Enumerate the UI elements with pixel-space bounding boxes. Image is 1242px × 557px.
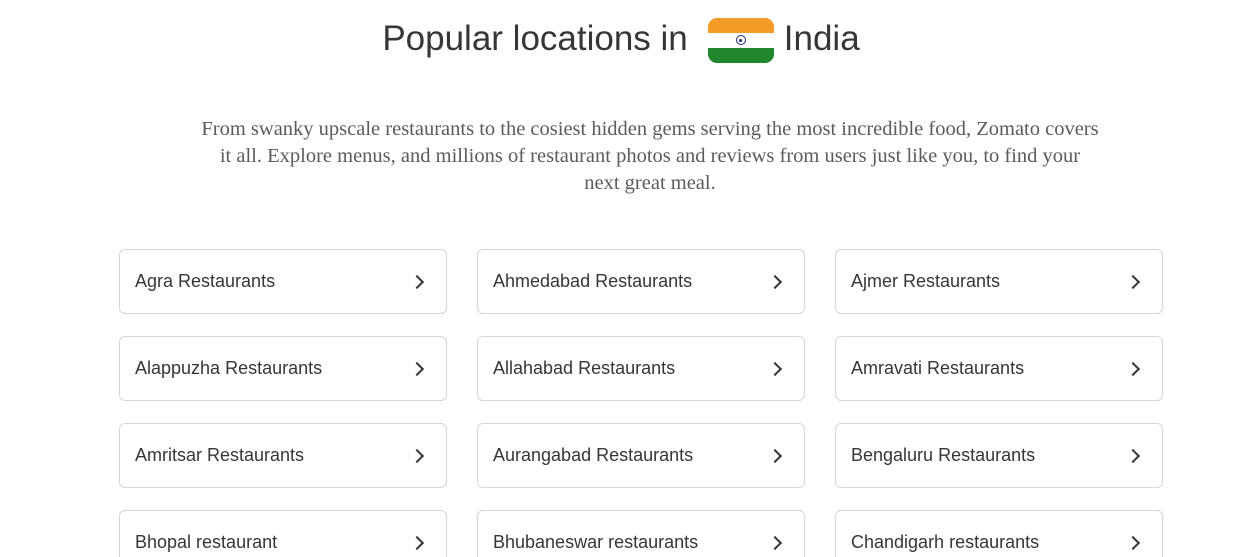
location-label: Amravati Restaurants (851, 358, 1025, 378)
chevron-right-icon (767, 535, 783, 550)
section-heading: Popular locations in India (0, 12, 1242, 66)
location-label: Aurangabad Restaurants (493, 445, 694, 465)
chevron-right-icon (409, 535, 425, 550)
chevron-right-icon (409, 361, 425, 376)
location-card-ajmer[interactable]: Ajmer Restaurants (835, 249, 1163, 314)
location-card-alappuzha[interactable]: Alappuzha Restaurants (119, 336, 447, 401)
chevron-right-icon (1125, 361, 1141, 376)
location-label: Bengaluru Restaurants (851, 445, 1036, 465)
chevron-right-icon (1125, 535, 1141, 550)
india-flag-icon (707, 17, 774, 63)
location-label: Agra Restaurants (135, 271, 276, 291)
heading-country: India (783, 19, 860, 58)
chevron-right-icon (767, 274, 783, 289)
location-label: Bhubaneswar restaurants (493, 532, 699, 552)
location-card-bhopal[interactable]: Bhopal restaurant (119, 510, 447, 557)
location-label: Alappuzha Restaurants (135, 358, 323, 378)
chevron-right-icon (1125, 274, 1141, 289)
location-card-bhubaneswar[interactable]: Bhubaneswar restaurants (477, 510, 805, 557)
location-card-aurangabad[interactable]: Aurangabad Restaurants (477, 423, 805, 488)
location-label: Allahabad Restaurants (493, 358, 676, 378)
location-card-agra[interactable]: Agra Restaurants (119, 249, 447, 314)
location-label: Chandigarh restaurants (851, 532, 1040, 552)
location-card-chandigarh[interactable]: Chandigarh restaurants (835, 510, 1163, 557)
heading-prefix: Popular locations in (382, 19, 688, 58)
locations-grid: Agra Restaurants Ahmedabad Restaurants A… (119, 249, 1163, 557)
location-card-allahabad[interactable]: Allahabad Restaurants (477, 336, 805, 401)
location-label: Amritsar Restaurants (135, 445, 305, 465)
popular-locations-section: Popular locations in India From swanky u… (0, 0, 1242, 557)
chevron-right-icon (767, 448, 783, 463)
location-card-amravati[interactable]: Amravati Restaurants (835, 336, 1163, 401)
location-card-amritsar[interactable]: Amritsar Restaurants (119, 423, 447, 488)
chevron-right-icon (767, 361, 783, 376)
location-label: Bhopal restaurant (135, 532, 278, 552)
location-label: Ajmer Restaurants (851, 271, 1001, 291)
chevron-right-icon (409, 274, 425, 289)
location-label: Ahmedabad Restaurants (493, 271, 693, 291)
chevron-right-icon (1125, 448, 1141, 463)
location-card-bengaluru[interactable]: Bengaluru Restaurants (835, 423, 1163, 488)
location-card-ahmedabad[interactable]: Ahmedabad Restaurants (477, 249, 805, 314)
chevron-right-icon (409, 448, 425, 463)
section-description: From swanky upscale restaurants to the c… (201, 118, 1099, 194)
